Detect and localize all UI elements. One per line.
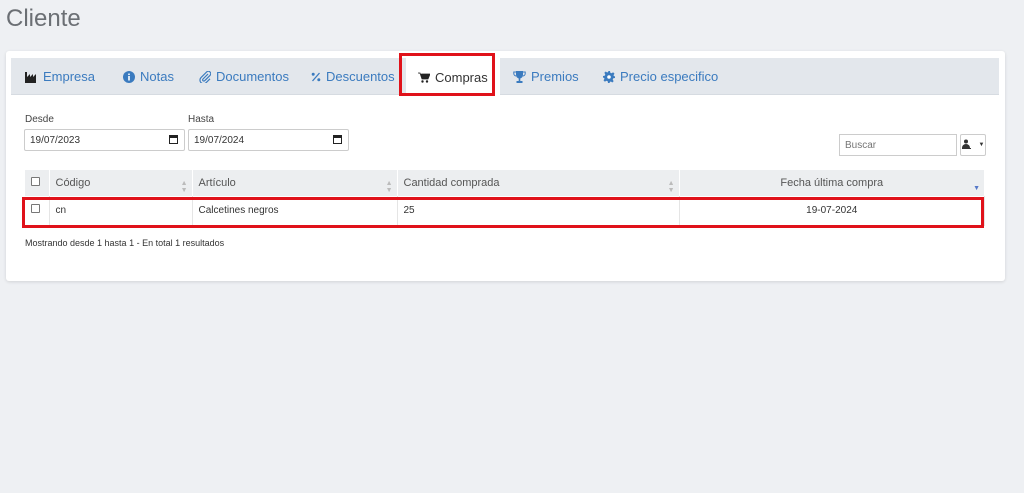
industry-icon <box>25 71 38 83</box>
calendar-icon[interactable] <box>333 135 342 144</box>
column-label: Código <box>55 177 91 189</box>
tab-empresa-label: Empresa <box>43 69 96 84</box>
column-label: Cantidad comprada <box>403 177 500 189</box>
sort-icon: ▲ ▼ <box>180 180 188 194</box>
desde-date-value: 19/07/2023 <box>30 134 81 146</box>
tab-premios[interactable]: Premios <box>513 58 579 95</box>
info-circle-icon <box>123 70 135 83</box>
tab-empresa[interactable]: Empresa <box>25 58 95 95</box>
purchases-table: Código ▲ ▼ Artículo ▲ ▼ Cantidad comprada … <box>25 170 985 226</box>
hasta-date-input[interactable]: 19/07/2024 <box>188 129 349 151</box>
hasta-date-value: 19/07/2024 <box>194 134 245 146</box>
tab-descuentos[interactable]: Descuentos <box>311 58 395 95</box>
tab-precio-especifico-label: Precio especifico <box>620 69 719 84</box>
sort-desc-icon: ▼ <box>973 185 980 192</box>
row-checkbox[interactable] <box>31 204 40 214</box>
tab-compras-label: Compras <box>435 69 488 85</box>
column-header-codigo[interactable]: Código ▲ ▼ <box>49 170 193 196</box>
column-label: Fecha última compra <box>780 177 884 189</box>
tab-documentos[interactable]: Documentos <box>199 58 289 95</box>
tab-notas-label: Notas <box>140 69 174 84</box>
tab-descuentos-label: Descuentos <box>326 69 395 84</box>
export-button[interactable]: ▼ <box>960 134 986 156</box>
row-select-cell <box>25 196 50 226</box>
desde-label: Desde <box>25 114 54 125</box>
cell-codigo: cn <box>49 196 193 226</box>
select-all-checkbox[interactable] <box>31 177 40 186</box>
sort-icon: ▲ ▼ <box>385 180 393 194</box>
results-info: Mostrando desde 1 hasta 1 - En total 1 r… <box>25 238 225 248</box>
trophy-icon <box>513 70 526 83</box>
select-all-cell <box>25 170 50 196</box>
client-panel: Empresa Notas Documentos Descuentos Comp… <box>6 51 1005 281</box>
tab-premios-label: Premios <box>531 69 579 84</box>
tab-bar: Empresa Notas Documentos Descuentos Comp… <box>11 58 999 96</box>
table-row[interactable]: cn Calcetines negros 25 19-07-2024 <box>25 196 985 226</box>
cell-fecha: 19-07-2024 <box>679 196 985 226</box>
sort-icon: ▲ ▼ <box>667 180 675 194</box>
column-header-fecha[interactable]: Fecha última compra ▼ <box>679 170 985 196</box>
page-title: Cliente <box>6 5 81 32</box>
paperclip-icon <box>199 70 211 83</box>
calendar-icon[interactable] <box>169 135 178 144</box>
tab-precio-especifico[interactable]: Precio especifico <box>603 58 718 95</box>
column-header-cantidad[interactable]: Cantidad comprada ▲ ▼ <box>397 170 680 196</box>
gear-icon <box>603 70 615 83</box>
cell-cantidad: 25 <box>397 196 680 226</box>
hasta-label: Hasta <box>188 114 215 125</box>
shopping-cart-icon <box>418 72 430 83</box>
column-header-articulo[interactable]: Artículo ▲ ▼ <box>192 170 398 196</box>
tab-compras[interactable]: Compras <box>406 58 500 96</box>
cell-articulo: Calcetines negros <box>192 196 398 226</box>
search-input[interactable] <box>839 134 957 156</box>
table-header-row: Código ▲ ▼ Artículo ▲ ▼ Cantidad comprada … <box>25 170 985 196</box>
percent-icon <box>311 72 321 82</box>
export-icon <box>961 136 978 154</box>
chevron-down-icon: ▼ <box>978 142 985 148</box>
column-label: Artículo <box>198 177 236 189</box>
tab-notas[interactable]: Notas <box>123 58 174 95</box>
tab-documentos-label: Documentos <box>216 69 289 84</box>
desde-date-input[interactable]: 19/07/2023 <box>24 129 185 151</box>
